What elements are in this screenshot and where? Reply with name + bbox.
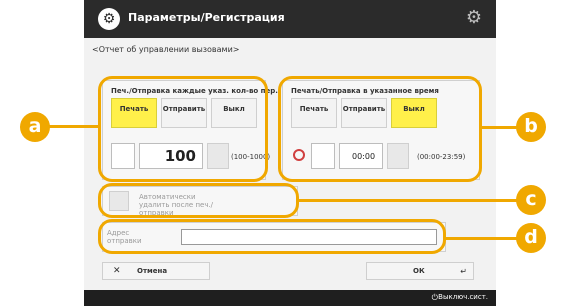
shutdown-icon: ⏻ [431,293,438,302]
page-title: Параметры/Регистрация [128,11,285,24]
callout-d: d [516,223,546,253]
callout-b: b [516,112,546,142]
gear-icon[interactable]: ⚙ [466,7,482,28]
settings-app-icon: ⚙ [98,8,120,30]
callout-a: a [20,112,50,142]
shutdown-label[interactable]: Выключ.сист. [438,293,488,301]
highlight-ring-d [98,219,446,254]
leader-line-d [446,237,524,240]
ok-label: ОК [413,267,425,275]
page-subtitle: <Отчет об управлении вызовами> [92,45,240,54]
cancel-button[interactable]: ✕ Отмена [102,262,210,280]
ok-button[interactable]: ОК ↵ [366,262,474,280]
close-icon: ✕ [113,266,121,276]
enter-icon: ↵ [460,267,467,276]
leader-line-c [299,199,523,202]
title-bar: ⚙ Параметры/Регистрация ⚙ [84,0,496,38]
callout-c: c [516,185,546,215]
highlight-ring-c [98,183,299,218]
highlight-ring-a [98,76,268,182]
highlight-ring-b [278,76,482,182]
status-bar: ⏻ Выключ.сист. [84,290,496,306]
cancel-label: Отмена [137,267,168,275]
